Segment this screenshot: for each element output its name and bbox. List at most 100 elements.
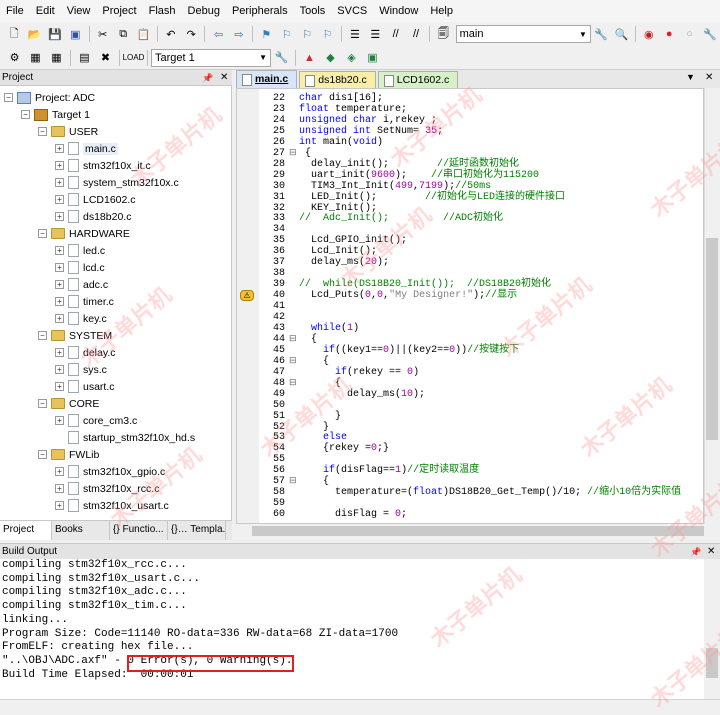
expand-toggle-icon[interactable]: + [55,263,64,272]
tree-item[interactable]: + stm32f10x_it.c [55,157,151,174]
close-icon[interactable]: ✕ [220,70,228,86]
tree-item[interactable]: + main.c [55,140,118,157]
expand-toggle-icon[interactable]: + [55,365,64,374]
tree-item[interactable]: + sys.c [55,361,107,378]
open-file-icon[interactable]: 📂 [26,26,42,43]
new-file-icon[interactable]: 🗋 [6,26,22,43]
menu-item-edit[interactable]: Edit [30,0,61,22]
tree-item[interactable]: + led.c [55,242,105,259]
tree-item[interactable]: + stm32f10x_rcc.c [55,480,159,497]
build-output-scroll-thumb[interactable] [706,648,718,678]
menu-item-peripherals[interactable]: Peripherals [226,0,294,22]
menu-item-debug[interactable]: Debug [182,0,226,22]
tree-item[interactable]: + stm32f10x_gpio.c [55,463,165,480]
tree-item[interactable]: + key.c [55,310,107,327]
breakpoint-icon[interactable]: ● [661,26,677,43]
indent-icon[interactable]: ☰ [347,26,363,43]
manage-project-icon[interactable]: ▲ [301,49,318,66]
stop-build-icon[interactable]: ✖ [97,49,114,66]
incremental-find-icon[interactable]: 🔧 [593,26,609,43]
expand-toggle-icon[interactable]: + [55,246,64,255]
expand-toggle-icon[interactable]: − [38,399,47,408]
tree-item[interactable]: + system_stm32f10x.c [55,174,179,191]
tree-item[interactable]: − Project: ADC [4,89,95,106]
rebuild-icon[interactable]: ▦ [48,49,65,66]
menu-item-svcs[interactable]: SVCS [331,0,373,22]
close-icon[interactable]: ✕ [705,72,713,83]
menu-item-file[interactable]: File [0,0,30,22]
fold-marker-icon[interactable]: ⊟ [289,334,299,345]
tree-item[interactable]: + timer.c [55,293,114,310]
expand-toggle-icon[interactable]: + [55,467,64,476]
uncomment-icon[interactable]: // [408,26,424,43]
bookmark-icon[interactable]: ⚑ [258,26,274,43]
tree-item[interactable]: + adc.c [55,276,108,293]
menu-item-project[interactable]: Project [96,0,142,22]
fold-marker-icon[interactable]: ⊟ [289,378,299,389]
expand-toggle-icon[interactable]: + [55,144,64,153]
comment-icon[interactable]: // [387,26,403,43]
bookmark-next-icon[interactable]: ⚐ [299,26,315,43]
nav-forward-icon[interactable]: ⇨ [231,26,247,43]
expand-toggle-icon[interactable]: − [38,127,47,136]
save-icon[interactable]: 💾 [47,26,63,43]
expand-toggle-icon[interactable]: + [55,484,64,493]
expand-toggle-icon[interactable]: + [55,161,64,170]
editor-horizontal-scroll-thumb[interactable] [252,526,704,536]
menu-item-flash[interactable]: Flash [143,0,182,22]
panel-tab[interactable]: Books [52,521,110,540]
tree-item[interactable]: + lcd.c [55,259,105,276]
tree-item[interactable]: + stm32f10x_usart.c [55,497,169,514]
settings-icon[interactable]: 🔧 [702,26,718,43]
expand-toggle-icon[interactable]: + [55,297,64,306]
save-all-icon[interactable]: ▣ [67,26,83,43]
nav-back-icon[interactable]: ⇦ [210,26,226,43]
code-editor[interactable]: 22 char dis1[16]; 23 float temperature; 24 un… [236,88,704,524]
translate-icon[interactable]: ⚙ [6,49,23,66]
expand-toggle-icon[interactable]: − [4,93,13,102]
tree-item[interactable]: + delay.c [55,344,116,361]
tree-item[interactable]: − FWLib [38,446,99,463]
expand-toggle-icon[interactable]: + [55,348,64,357]
pin-icon[interactable]: 📌 [202,70,213,86]
expand-toggle-icon[interactable]: − [38,450,47,459]
expand-toggle-icon[interactable]: + [55,280,64,289]
target-combo[interactable]: Target 1 ▼ [151,48,271,67]
find-combo[interactable]: main ▼ [455,25,591,43]
menu-item-tools[interactable]: Tools [294,0,332,22]
expand-toggle-icon[interactable]: − [38,229,47,238]
pin-icon[interactable]: 📌 [690,544,701,560]
manage-rte-icon[interactable]: ◆ [322,49,339,66]
tree-item[interactable]: + usart.c [55,378,115,395]
redo-icon[interactable]: ↷ [183,26,199,43]
fold-marker-icon[interactable]: ⊟ [289,356,299,367]
expand-toggle-icon[interactable]: + [55,314,64,323]
editor-vertical-scroll-thumb[interactable] [706,238,718,440]
menu-item-window[interactable]: Window [373,0,424,22]
editor-tab[interactable]: LCD1602.c [377,71,459,88]
close-icon[interactable]: ✕ [707,544,715,560]
menu-item-help[interactable]: Help [424,0,459,22]
pack-installer-icon[interactable]: ◈ [343,49,360,66]
expand-toggle-icon[interactable]: + [55,212,64,221]
editor-tab[interactable]: ds18b20.c [299,71,376,88]
tree-item[interactable]: startup_stm32f10x_hd.s [55,429,195,446]
menu-item-view[interactable]: View [61,0,97,22]
target-options-icon[interactable]: 🔧 [273,49,290,66]
fold-marker-icon[interactable]: ⊟ [289,148,299,159]
bookmark-prev-icon[interactable]: ⚐ [279,26,295,43]
copy-icon[interactable]: ⧉ [115,26,131,43]
find-in-files-icon[interactable]: 🗐 [435,26,451,43]
panel-tab[interactable]: {}… Templa... [168,521,226,540]
build-icon[interactable]: ▦ [27,49,44,66]
build-output-panel[interactable]: compiling stm32f10x_rcc.c... compiling st… [0,559,704,699]
tree-item[interactable]: − Target 1 [21,106,90,123]
expand-toggle-icon[interactable]: + [55,382,64,391]
debug-session-icon[interactable]: ◉ [641,26,657,43]
undo-icon[interactable]: ↶ [163,26,179,43]
tree-item[interactable]: − USER [38,123,98,140]
find-icon[interactable]: 🔍 [613,26,629,43]
expand-toggle-icon[interactable]: + [55,195,64,204]
fold-marker-icon[interactable]: ⊟ [289,476,299,487]
select-packs-icon[interactable]: ▣ [364,49,381,66]
